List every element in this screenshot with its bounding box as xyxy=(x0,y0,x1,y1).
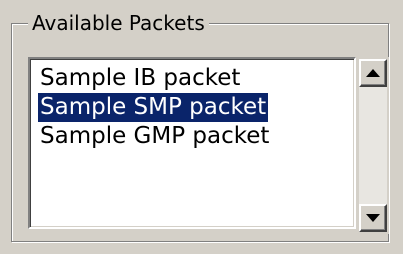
packets-vertical-scrollbar[interactable] xyxy=(357,57,389,234)
list-item-sample-ib-packet[interactable]: Sample IB packet xyxy=(38,64,242,93)
packets-listbox[interactable]: Sample IB packet Sample SMP packet Sampl… xyxy=(28,57,356,229)
groupbox-title: Available Packets xyxy=(28,12,209,34)
list-item-sample-smp-packet[interactable]: Sample SMP packet xyxy=(38,93,269,122)
scroll-up-button[interactable] xyxy=(359,59,387,87)
list-item-sample-gmp-packet[interactable]: Sample GMP packet xyxy=(38,122,271,151)
scroll-down-button[interactable] xyxy=(359,204,387,232)
scrollbar-track[interactable] xyxy=(359,87,387,204)
triangle-down-icon xyxy=(366,214,380,222)
triangle-up-icon xyxy=(366,69,380,77)
packets-list: Sample IB packet Sample SMP packet Sampl… xyxy=(38,64,271,151)
